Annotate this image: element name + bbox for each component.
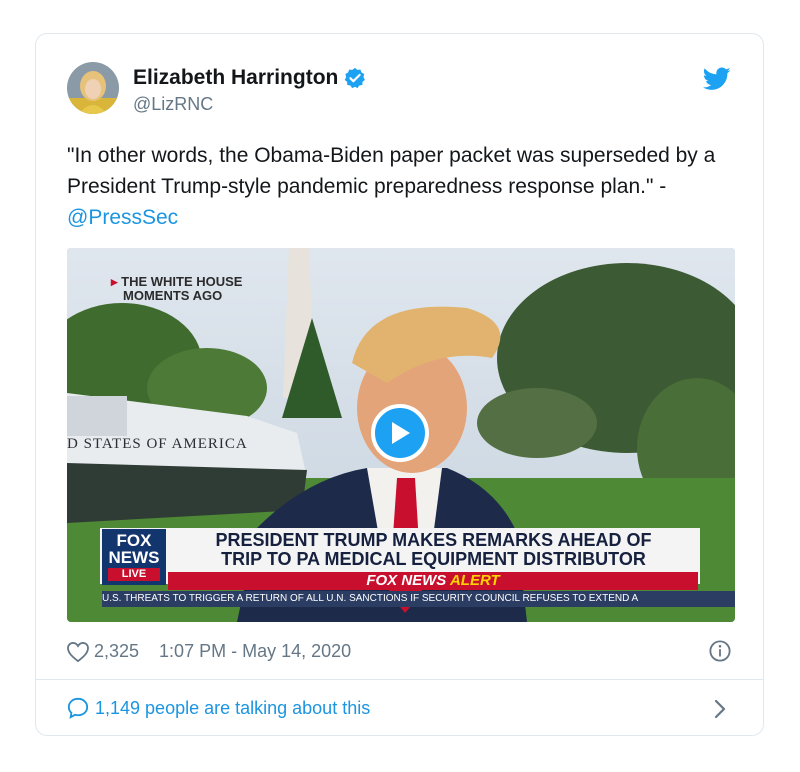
avatar[interactable]	[67, 62, 119, 114]
play-button[interactable]	[371, 404, 429, 462]
mention-link[interactable]: @PressSec	[67, 206, 178, 229]
timestamp[interactable]: 1:07 PM - May 14, 2020	[159, 641, 351, 662]
info-icon[interactable]	[709, 640, 731, 662]
headline-line2: TRIP TO PA MEDICAL EQUIPMENT DISTRIBUTOR	[221, 549, 646, 569]
conversation-text[interactable]: 1,149 people are talking about this	[95, 698, 370, 719]
location-line2: MOMENTS AGO	[123, 288, 223, 303]
location-tag: ▸ THE WHITE HOUSE MOMENTS AGO	[111, 274, 243, 303]
live-label: LIVE	[108, 568, 160, 581]
alert-bar: FOX NEWS ALERT	[168, 572, 698, 590]
network-logo: FOX NEWS LIVE	[102, 529, 166, 585]
tweet-meta: 2,325 1:07 PM - May 14, 2020	[67, 641, 351, 662]
headline-line1: PRESIDENT TRUMP MAKES REMARKS AHEAD OF	[215, 530, 652, 550]
alert-prefix: FOX NEWS	[366, 572, 447, 589]
play-icon	[392, 422, 410, 444]
chyron-headline: PRESIDENT TRUMP MAKES REMARKS AHEAD OF T…	[171, 531, 696, 569]
tweet-body: "In other words, the Obama-Biden paper p…	[67, 144, 716, 198]
author-name[interactable]: Elizabeth Harrington	[133, 66, 338, 90]
like-count[interactable]: 2,325	[94, 641, 139, 662]
network-logo-line1: FOX	[116, 531, 152, 550]
video-player[interactable]: ▸ THE WHITE HOUSE MOMENTS AGO D STATES O…	[67, 248, 735, 622]
divider	[36, 679, 763, 680]
tweet-card[interactable]: Elizabeth Harrington @LizRNC "In other w…	[35, 33, 764, 736]
chevron-right-icon[interactable]	[713, 698, 727, 720]
aircraft-lettering: D STATES OF AMERICA	[67, 436, 248, 452]
twitter-bird-icon[interactable]	[703, 67, 731, 91]
heart-icon[interactable]	[67, 641, 89, 662]
conversation-link[interactable]: 1,149 people are talking about this	[67, 697, 370, 719]
tweet-text: "In other words, the Obama-Biden paper p…	[67, 140, 747, 233]
verified-badge-icon	[345, 67, 366, 89]
speech-bubble-icon	[67, 697, 89, 719]
location-line1: THE WHITE HOUSE	[121, 274, 243, 289]
news-ticker: U.S. THREATS TO TRIGGER A RETURN OF ALL …	[102, 591, 735, 607]
alert-word: ALERT	[449, 572, 500, 589]
author-name-row[interactable]: Elizabeth Harrington	[133, 66, 366, 90]
network-logo-line2: NEWS	[108, 548, 160, 567]
author-handle[interactable]: @LizRNC	[133, 94, 213, 115]
